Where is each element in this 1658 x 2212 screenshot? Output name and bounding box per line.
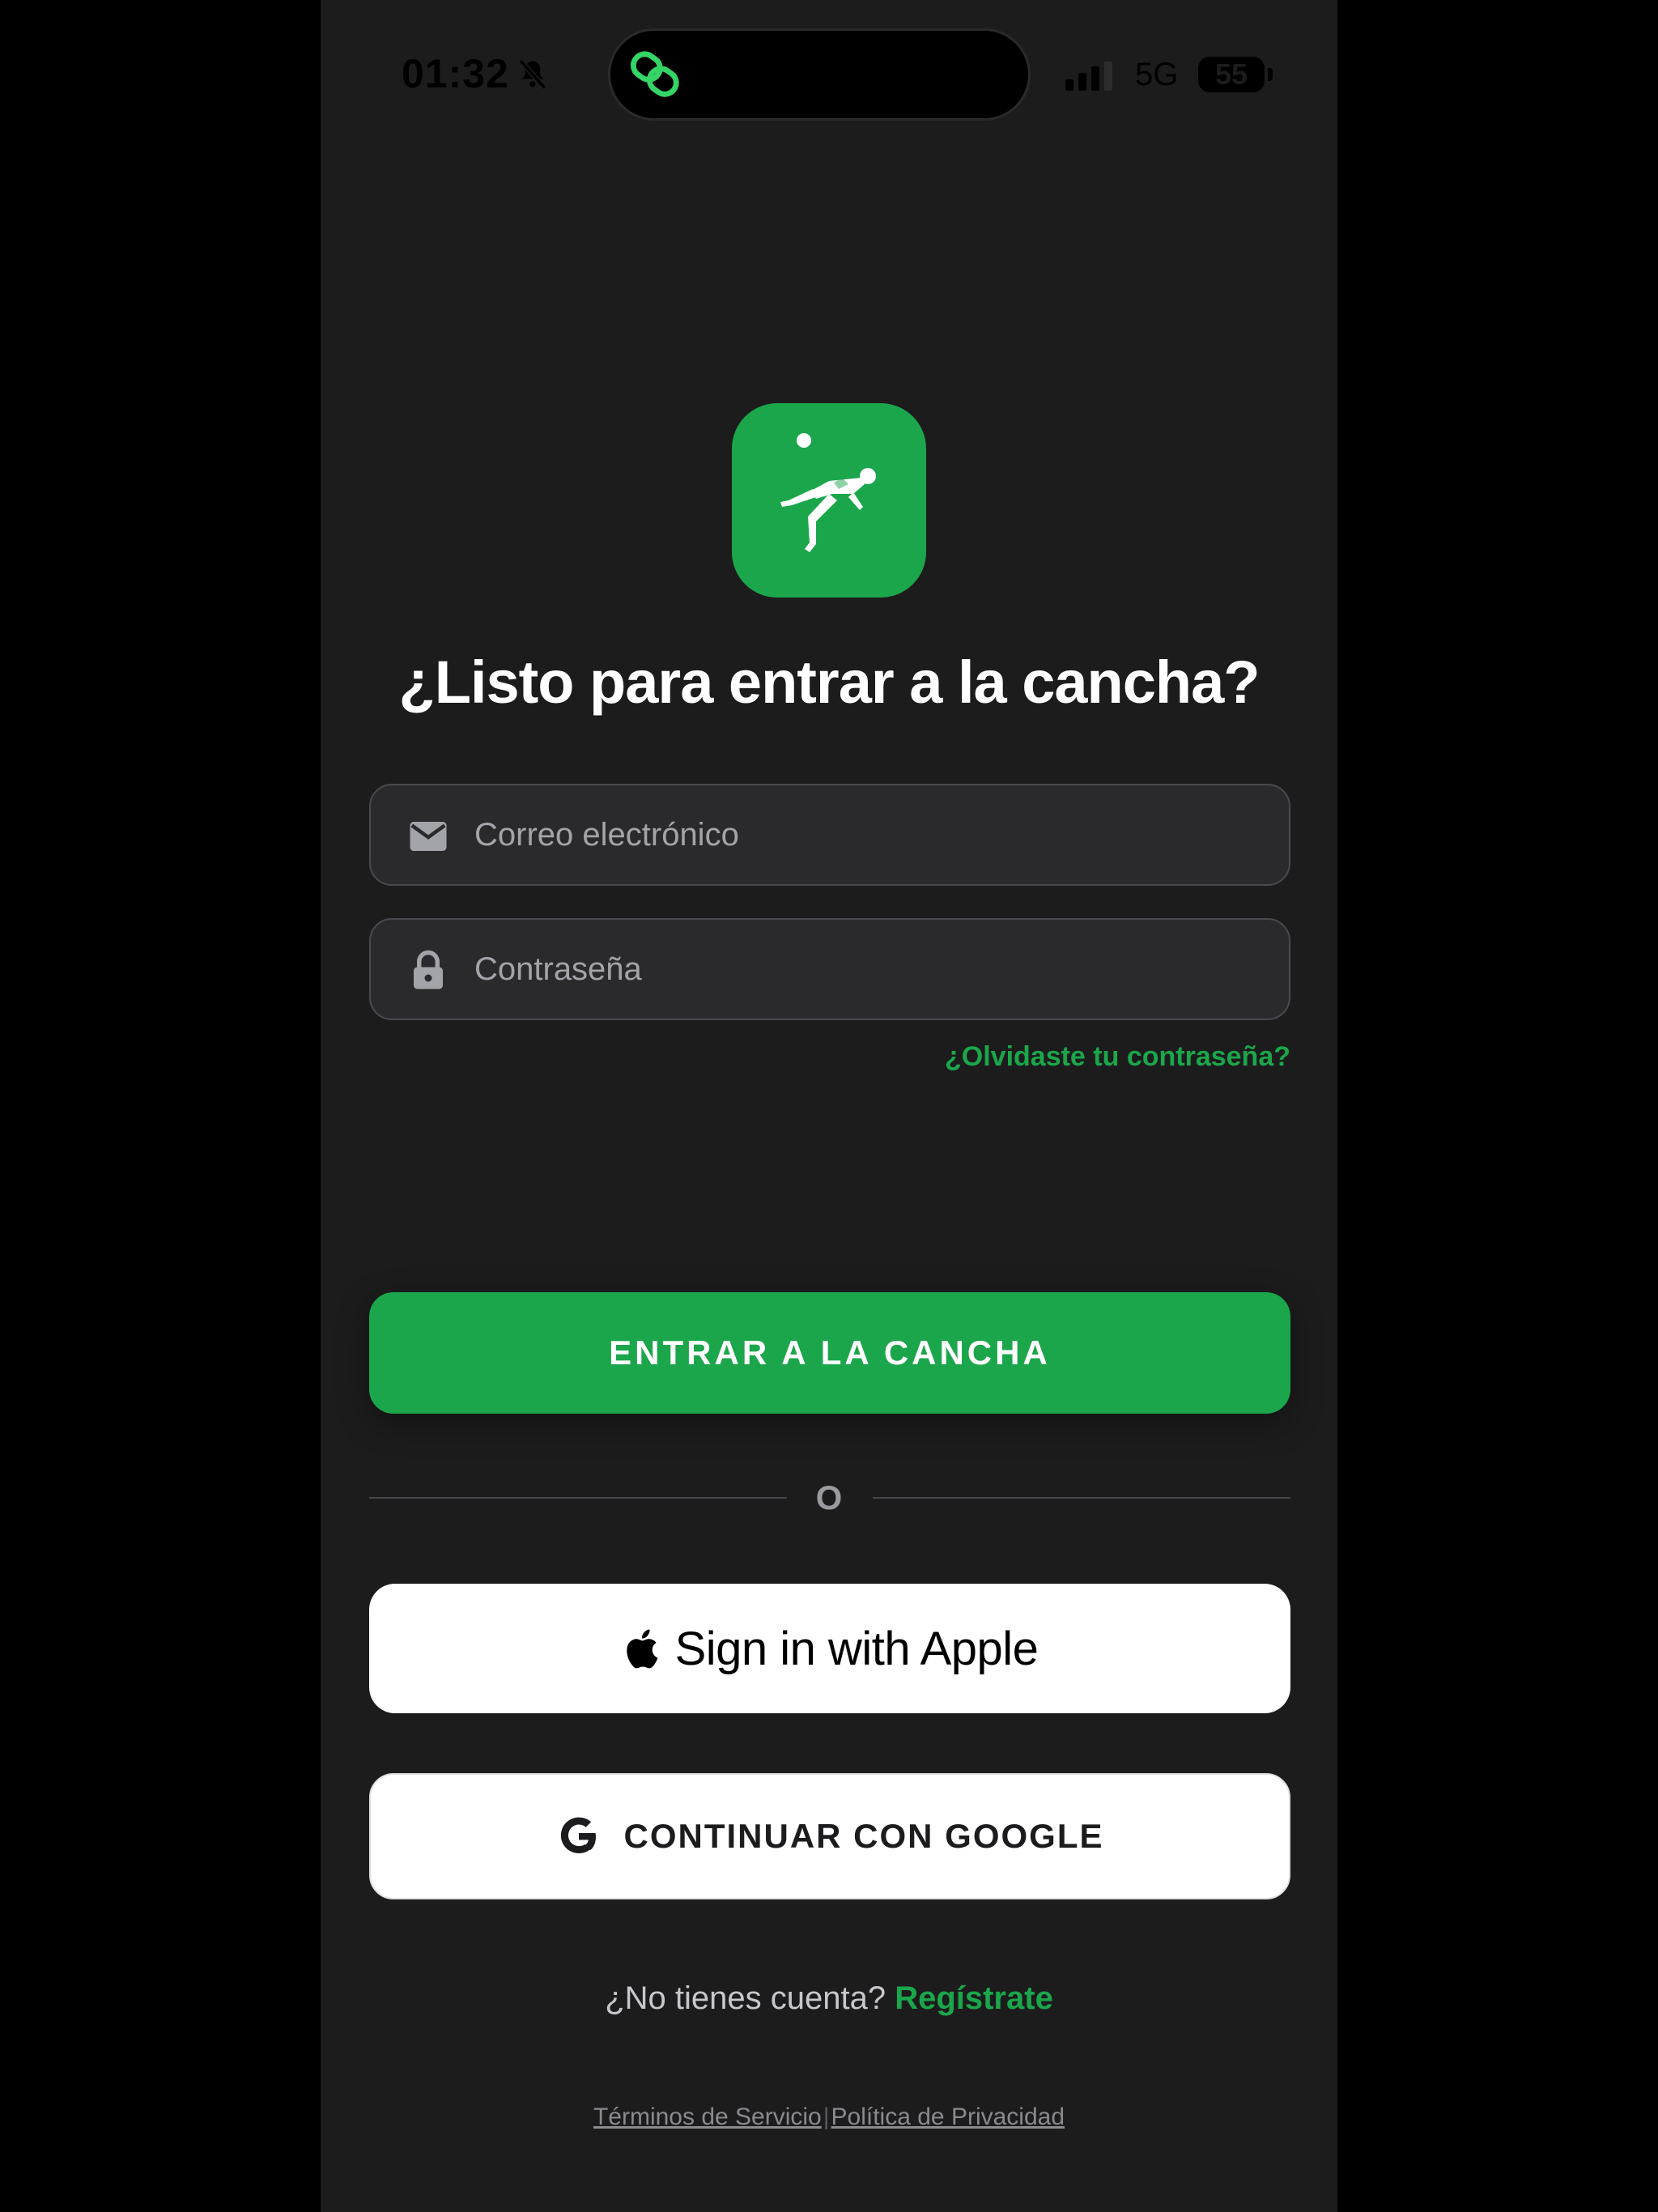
apple-icon [626, 1629, 657, 1669]
google-g-icon [560, 1817, 596, 1853]
signal-bars-icon [1065, 62, 1112, 91]
password-field[interactable] [369, 918, 1290, 1020]
google-button-label: CONTINUAR CON GOOGLE [623, 1817, 1104, 1855]
battery-indicator: 55 [1198, 57, 1265, 92]
password-input[interactable] [474, 920, 1268, 1019]
login-button[interactable]: ENTRAR A LA CANCHA [369, 1292, 1290, 1414]
email-input[interactable] [474, 785, 1268, 884]
battery-tip [1268, 68, 1273, 81]
legal-separator: | [823, 2104, 830, 2130]
sign-in-with-apple-button[interactable]: Sign in with Apple [369, 1584, 1290, 1713]
signup-row: ¿No tienes cuenta? Regístrate [321, 1980, 1337, 2017]
login-screen: 01:32 5G 55 ¿Listo para entrar a la canc… [321, 0, 1337, 2212]
continue-with-google-button[interactable]: CONTINUAR CON GOOGLE [369, 1773, 1290, 1899]
forgot-password-link[interactable]: ¿Olvidaste tu contraseña? [945, 1041, 1290, 1073]
terms-link[interactable]: Términos de Servicio [593, 2104, 822, 2130]
app-logo [732, 403, 926, 598]
register-link[interactable]: Regístrate [895, 1980, 1053, 2016]
network-type: 5G [1135, 57, 1179, 92]
bicycle-kick-player-icon [780, 433, 876, 552]
bell-slash-icon [518, 59, 547, 90]
privacy-link[interactable]: Política de Privacidad [831, 2104, 1065, 2130]
lock-icon [414, 950, 443, 989]
legal-links: Términos de Servicio|Política de Privaci… [321, 2104, 1337, 2131]
divider-line-right [873, 1497, 1290, 1499]
email-field[interactable] [369, 784, 1290, 886]
no-account-text: ¿No tienes cuenta? [605, 1980, 895, 2016]
page-title: ¿Listo para entrar a la cancha? [398, 649, 1261, 716]
apple-button-label: Sign in with Apple [674, 1622, 1039, 1675]
envelope-icon [410, 822, 447, 851]
link-icon [630, 51, 679, 97]
dynamic-island [610, 31, 1028, 118]
status-time: 01:32 [402, 51, 509, 96]
